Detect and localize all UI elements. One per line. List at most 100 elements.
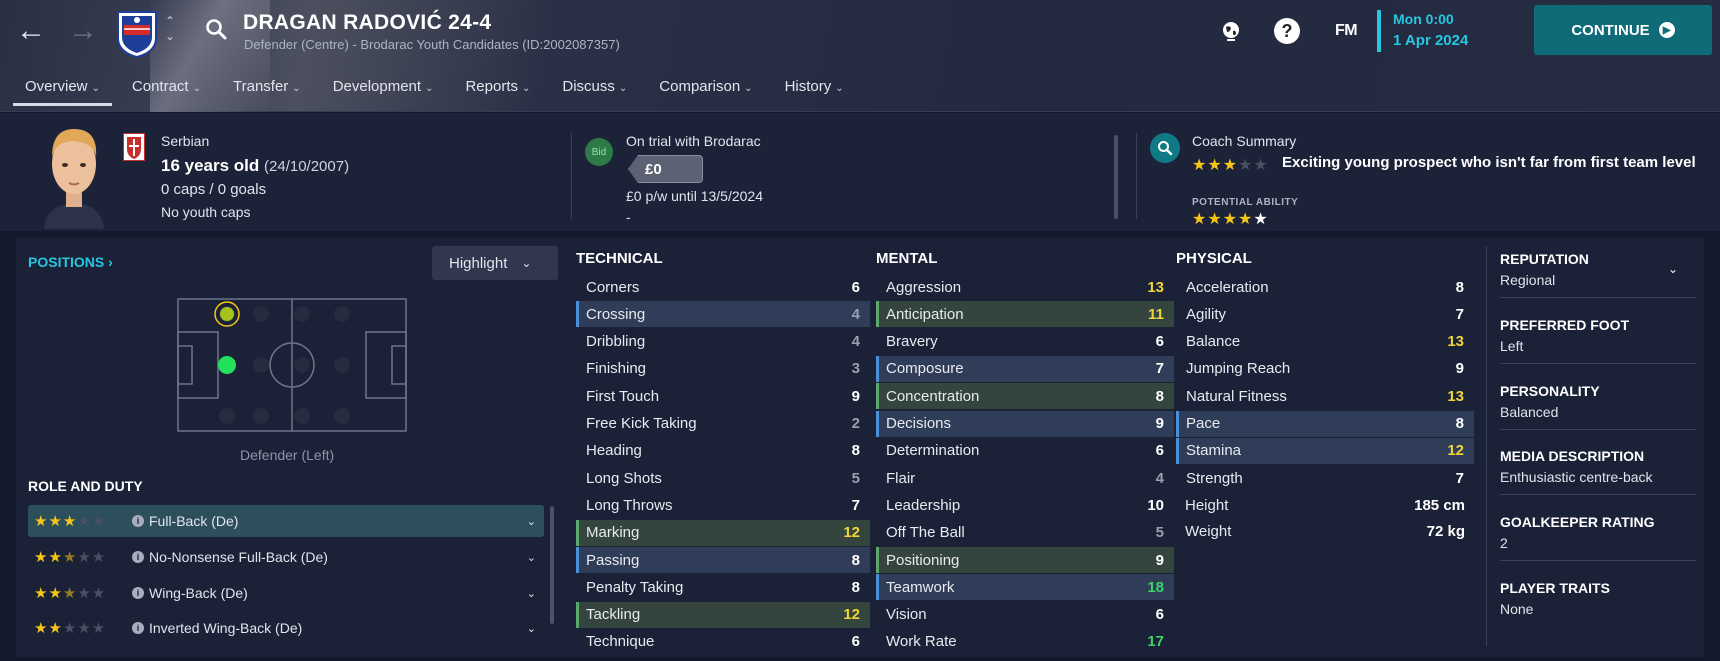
attribute-row[interactable]: Balance 13	[1176, 329, 1474, 355]
chevron-down-icon[interactable]: ⌄	[527, 622, 536, 635]
coach-summary-text: Exciting young prospect who isn't far fr…	[1282, 154, 1696, 171]
info-icon[interactable]: i	[132, 587, 144, 599]
attribute-row[interactable]: Aggression 13	[876, 274, 1174, 300]
roles-scrollbar[interactable]	[550, 506, 554, 624]
attribute-row[interactable]: Long Throws 7	[576, 492, 870, 518]
attribute-value: 13	[1447, 387, 1464, 405]
attribute-name: Flair	[886, 469, 916, 487]
attribute-row[interactable]: Tackling 12	[576, 601, 870, 628]
attribute-row[interactable]: Passing 8	[576, 547, 870, 573]
attribute-row[interactable]: Flair 4	[876, 465, 1174, 491]
transfer-value-tag[interactable]: £0	[628, 155, 703, 183]
attribute-row[interactable]: Technique 6	[576, 629, 870, 655]
tab-development[interactable]: Development ⌄	[321, 76, 446, 106]
tab-label: Reports	[465, 78, 518, 95]
game-date: 1 Apr 2024	[1393, 32, 1469, 49]
attribute-name: Passing	[586, 551, 640, 569]
chevron-down-icon[interactable]: ⌄	[1668, 262, 1678, 276]
attribute-row[interactable]: Concentration 8	[876, 383, 1174, 410]
highlight-dropdown[interactable]: Highlight ⌄	[432, 246, 558, 280]
tab-overview[interactable]: Overview ⌄	[13, 76, 112, 106]
positions-title: POSITIONS	[28, 254, 105, 270]
tab-comparison[interactable]: Comparison ⌄	[647, 76, 764, 106]
scrollbar[interactable]	[1114, 135, 1118, 219]
attribute-row[interactable]: Pace 8	[1176, 410, 1474, 437]
attribute-row[interactable]: Anticipation 11	[876, 301, 1174, 328]
player-switch-arrows[interactable]: ⌃ ⌄	[165, 14, 175, 44]
info-icon[interactable]: i	[132, 515, 144, 527]
attribute-row[interactable]: Natural Fitness 13	[1176, 383, 1474, 409]
attribute-value: 8	[1455, 278, 1464, 296]
attribute-name: Positioning	[886, 551, 960, 569]
sidebar-divider	[1486, 246, 1487, 646]
chevron-down-icon[interactable]: ⌄	[527, 515, 536, 528]
role-row[interactable]: ★★★★★ i Wing-Back (De) ⌄	[28, 577, 544, 609]
chevron-down-icon[interactable]: ⌄	[527, 551, 536, 564]
attribute-row[interactable]: Long Shots 5	[576, 465, 870, 491]
attribute-row[interactable]: Off The Ball 5	[876, 520, 1174, 546]
attribute-row[interactable]: Heading 8	[576, 438, 870, 464]
attribute-name: Leadership	[886, 496, 961, 514]
tab-reports[interactable]: Reports ⌄	[453, 76, 542, 106]
search-icon[interactable]	[205, 18, 227, 40]
chevron-down-icon[interactable]: ⌄	[527, 587, 536, 600]
tab-transfer[interactable]: Transfer ⌄	[221, 76, 313, 106]
attribute-row[interactable]: Positioning 9	[876, 547, 1174, 573]
attribute-row[interactable]: Strength 7	[1176, 465, 1474, 491]
back-arrow-icon[interactable]: ←	[16, 14, 46, 48]
attribute-row[interactable]: Stamina 12	[1176, 437, 1474, 464]
attribute-row[interactable]: Vision 6	[876, 602, 1174, 628]
attribute-row[interactable]: Free Kick Taking 2	[576, 411, 870, 437]
pitch-position-label: Defender (Left)	[240, 447, 335, 463]
tab-discuss[interactable]: Discuss ⌄	[550, 76, 639, 106]
club-badge-icon[interactable]	[115, 8, 159, 58]
positions-link[interactable]: POSITIONS ›	[28, 254, 113, 270]
attribute-row[interactable]: Jumping Reach 9	[1176, 356, 1474, 382]
role-row[interactable]: ★★★★★ i Full-Back (De) ⌄	[28, 505, 544, 537]
weight-label: Weight	[1185, 523, 1232, 540]
attribute-name: Crossing	[586, 305, 646, 323]
attribute-name: Natural Fitness	[1186, 387, 1287, 405]
bid-icon[interactable]: Bid	[585, 138, 613, 166]
fm-menu-icon[interactable]: FM	[1330, 18, 1362, 44]
attribute-row[interactable]: Corners 6	[576, 274, 870, 300]
tab-contract[interactable]: Contract ⌄	[120, 76, 213, 106]
attribute-name: Composure	[886, 360, 964, 378]
attribute-row[interactable]: Determination 6	[876, 438, 1174, 464]
help-icon[interactable]: ?	[1274, 18, 1300, 44]
attribute-name: Strength	[1186, 469, 1243, 487]
attribute-value: 9	[1155, 551, 1164, 569]
attribute-name: Penalty Taking	[586, 578, 684, 596]
role-name: Inverted Wing-Back (De)	[149, 620, 303, 636]
attribute-row[interactable]: Crossing 4	[576, 301, 870, 328]
chevron-down-icon: ⌄	[292, 83, 301, 94]
continue-button[interactable]: CONTINUE ▶	[1534, 5, 1712, 55]
role-name: Full-Back (De)	[149, 513, 239, 529]
info-icon[interactable]: i	[132, 622, 144, 634]
attribute-row[interactable]: Decisions 9	[876, 410, 1174, 437]
attribute-row[interactable]: Marking 12	[576, 519, 870, 546]
attribute-row[interactable]: Dribbling 4	[576, 329, 870, 355]
tab-history[interactable]: History ⌄	[773, 76, 856, 106]
attribute-row[interactable]: Work Rate 17	[876, 629, 1174, 655]
attribute-row[interactable]: Bravery 6	[876, 329, 1174, 355]
attribute-row[interactable]: Penalty Taking 8	[576, 574, 870, 600]
attribute-row[interactable]: Leadership 10	[876, 492, 1174, 518]
attribute-row[interactable]: Finishing 3	[576, 356, 870, 382]
forward-arrow-icon[interactable]: →	[68, 14, 98, 48]
attribute-value: 18	[1147, 578, 1164, 596]
attribute-row[interactable]: Teamwork 18	[876, 574, 1174, 601]
attribute-name: Acceleration	[1186, 278, 1269, 296]
attribute-row[interactable]: Composure 7	[876, 355, 1174, 382]
coach-search-icon[interactable]	[1150, 133, 1180, 163]
role-row[interactable]: ★★★★★ i Inverted Wing-Back (De) ⌄	[28, 612, 544, 644]
chevron-down-icon: ⌄	[91, 83, 100, 94]
role-row[interactable]: ★★★★★ i No-Nonsense Full-Back (De) ⌄	[28, 541, 544, 573]
player-face-avatar	[44, 129, 104, 229]
attribute-row[interactable]: First Touch 9	[576, 383, 870, 409]
mental-header: MENTAL	[876, 250, 938, 267]
attribute-row[interactable]: Agility 7	[1176, 301, 1474, 327]
attribute-row[interactable]: Acceleration 8	[1176, 274, 1474, 300]
globe-icon[interactable]	[1218, 18, 1244, 44]
info-icon[interactable]: i	[132, 551, 144, 563]
